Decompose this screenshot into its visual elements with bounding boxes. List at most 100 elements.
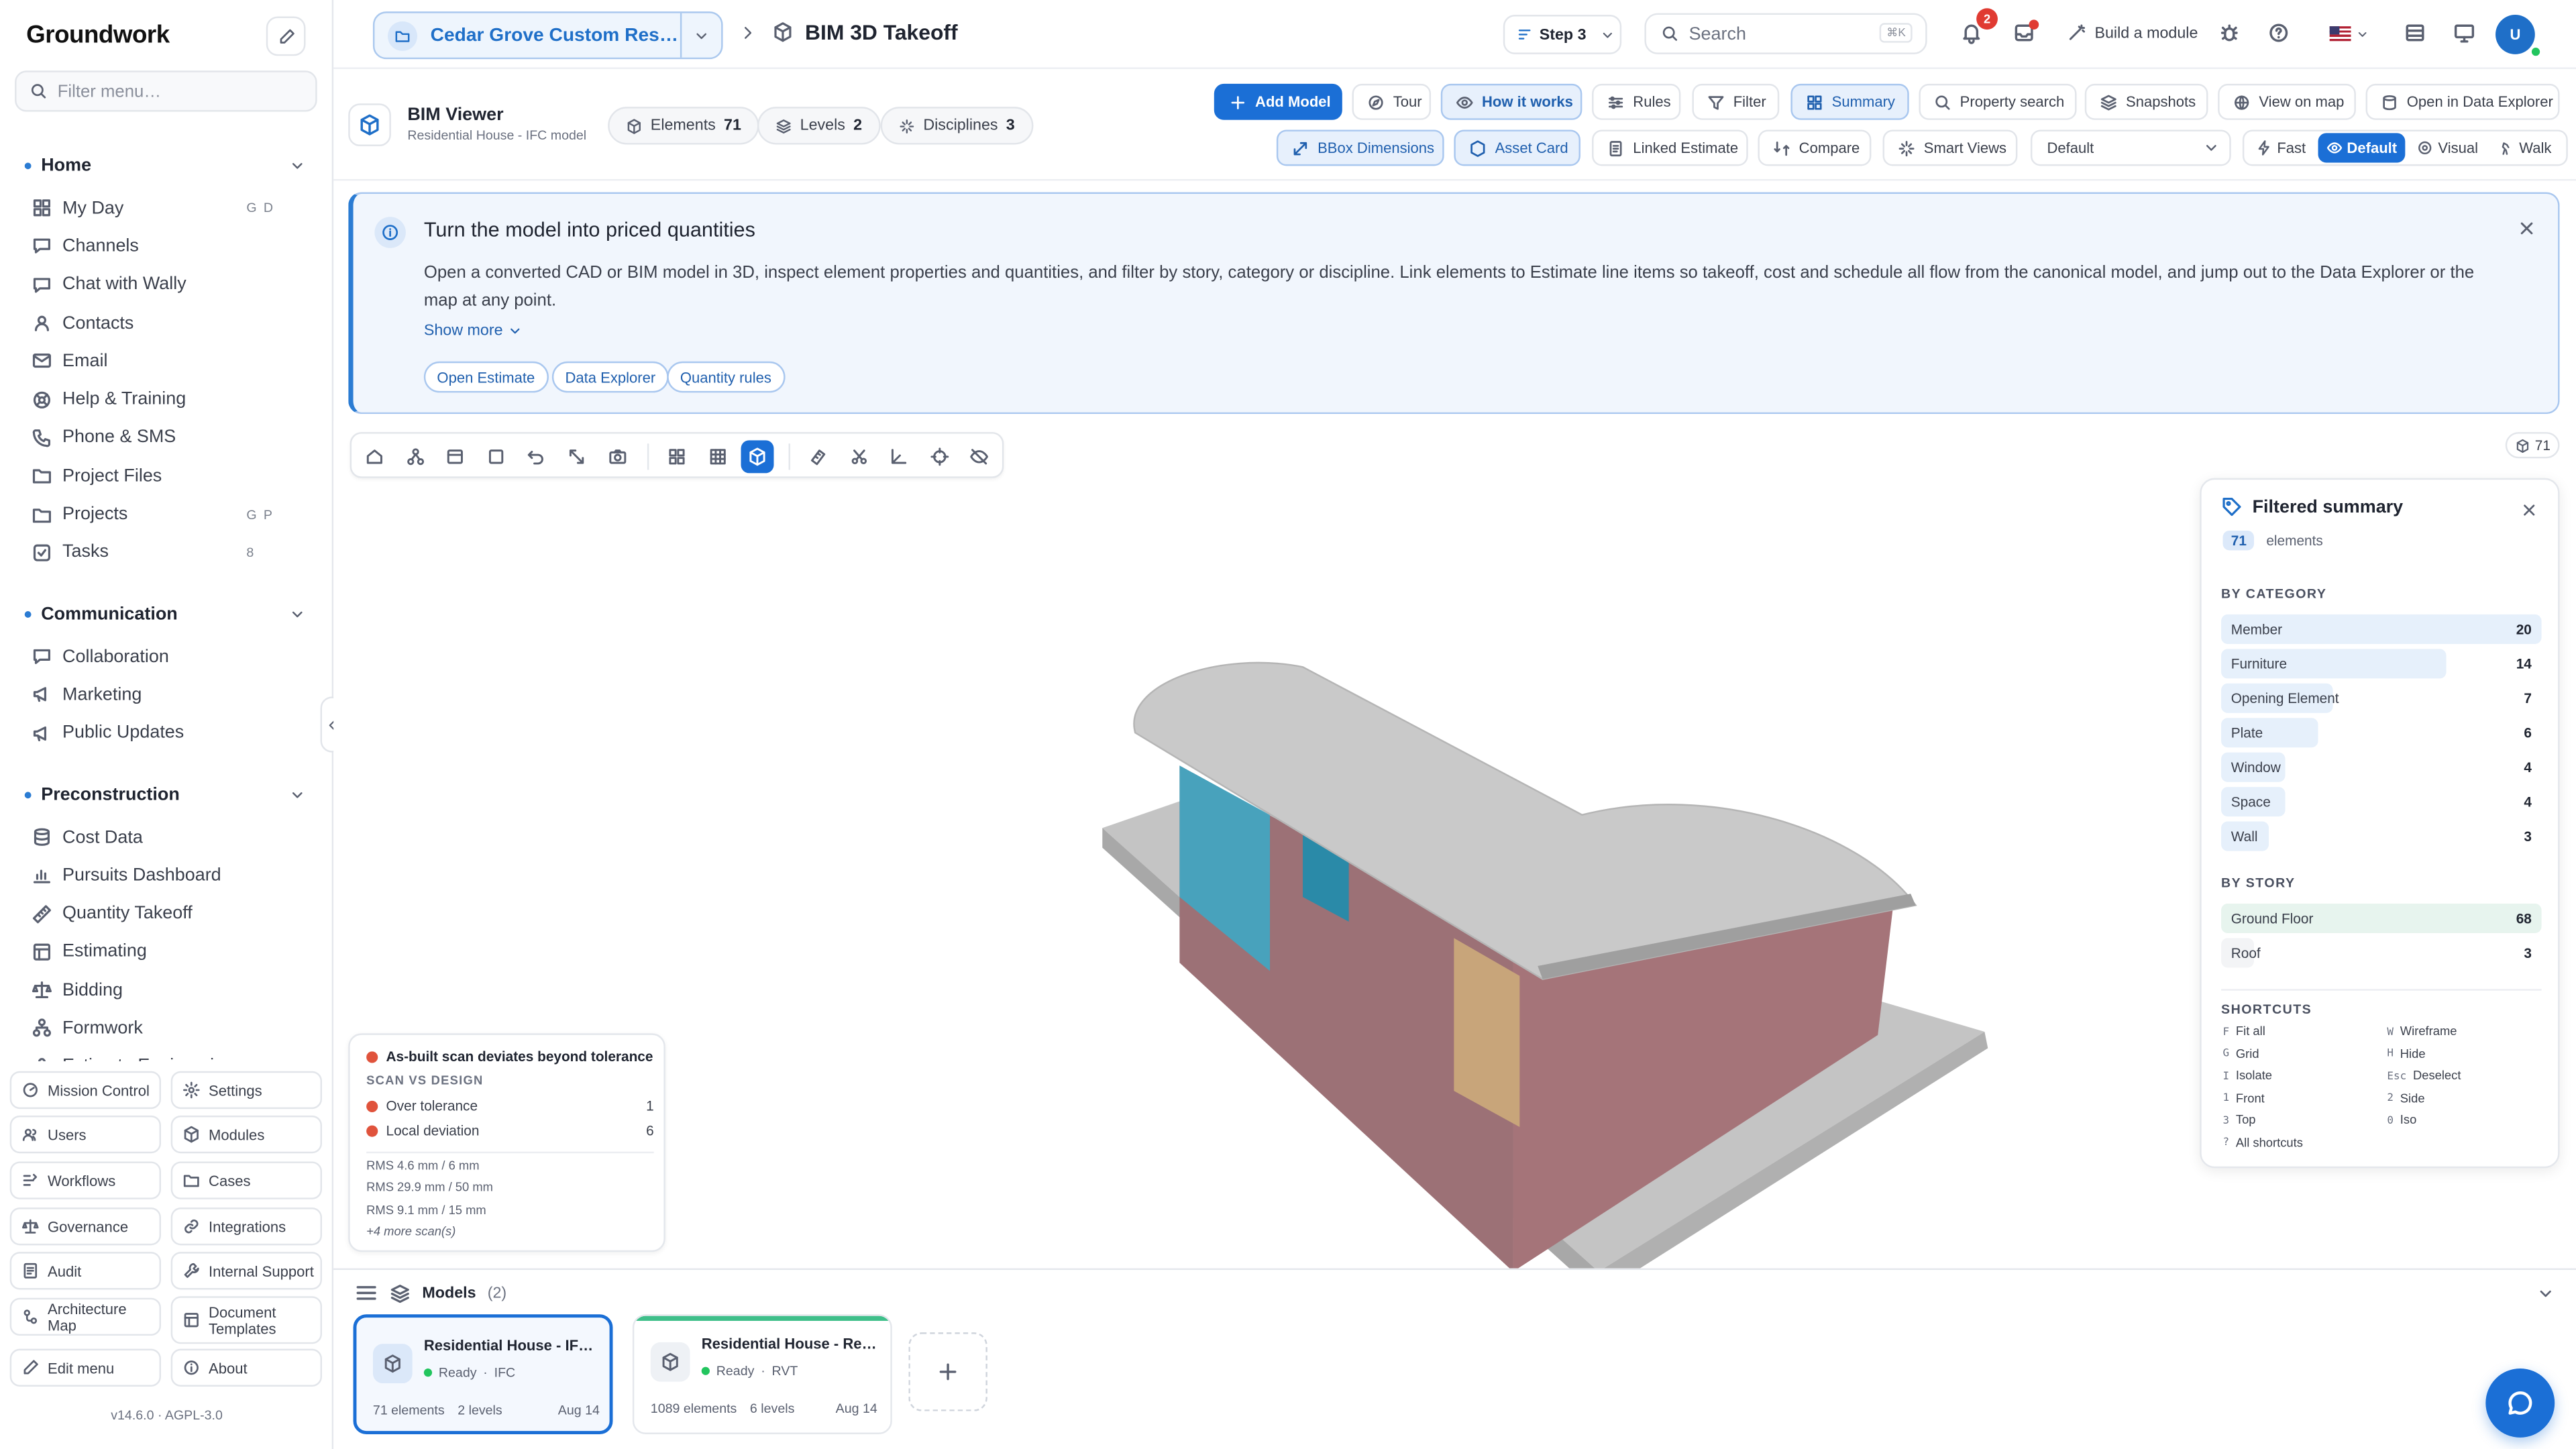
sidebar-item-estimating[interactable]: Estimating xyxy=(0,932,332,971)
tool-undo-button[interactable] xyxy=(520,440,553,473)
sidebar-item-bidding[interactable]: Bidding xyxy=(0,971,332,1009)
chip-levels[interactable]: Levels 2 xyxy=(757,107,881,145)
summary-button[interactable]: Summary xyxy=(1790,83,1909,120)
sidebar-item-projects[interactable]: Projects G P xyxy=(0,495,332,533)
scan-deviation-card[interactable]: As-built scan deviates beyond tolerance … xyxy=(348,1033,665,1252)
tool-scissors-button[interactable] xyxy=(842,440,875,473)
monitor-icon[interactable] xyxy=(2453,21,2475,44)
close-icon[interactable] xyxy=(2520,501,2538,519)
bim-model-render[interactable] xyxy=(1089,651,2009,1275)
category-row[interactable]: Member 20 xyxy=(2221,614,2542,645)
workflows-button[interactable]: Workflows xyxy=(9,1161,162,1199)
internal-support-button[interactable]: Internal Support xyxy=(170,1252,323,1290)
tool-measure-button[interactable] xyxy=(802,440,835,473)
sidebar-item-tasks[interactable]: Tasks 8 xyxy=(0,533,332,572)
bug-icon[interactable] xyxy=(2218,21,2241,44)
model-card[interactable]: Residential House - IFC model Ready · IFC 71… xyxy=(353,1314,613,1434)
menu-icon[interactable] xyxy=(355,1281,378,1304)
sidebar-item-my-day[interactable]: My Day G D xyxy=(0,189,332,227)
avatar[interactable]: U xyxy=(2496,15,2535,54)
close-icon[interactable] xyxy=(2517,219,2536,238)
asset-card-button[interactable]: Asset Card xyxy=(1454,129,1580,166)
view-preset-select[interactable]: Default xyxy=(2030,129,2231,166)
project-dropdown-button[interactable] xyxy=(680,13,721,58)
sidebar-item-email[interactable]: Email xyxy=(0,342,332,380)
mode-fast[interactable]: Fast xyxy=(2247,133,2314,162)
sidebar-item-marketing[interactable]: Marketing xyxy=(0,676,332,714)
list-view-icon[interactable] xyxy=(2404,21,2426,44)
sidebar-item-contacts[interactable]: Contacts xyxy=(0,304,332,342)
document-templates-button[interactable]: Document Templates xyxy=(170,1296,323,1344)
about-button[interactable]: About xyxy=(170,1348,323,1387)
linked-estimate-button[interactable]: Linked Estimate xyxy=(1592,129,1748,166)
tool-target-button[interactable] xyxy=(923,440,956,473)
tool-structure-button[interactable] xyxy=(398,440,431,473)
build-module-button[interactable]: Build a module xyxy=(2067,23,2198,42)
sidebar-item-chat-with-wally[interactable]: Chat with Wally xyxy=(0,266,332,304)
tool-fullscreen-button[interactable] xyxy=(560,440,593,473)
sidebar-item-collaboration[interactable]: Collaboration xyxy=(0,637,332,676)
snapshots-button[interactable]: Snapshots xyxy=(2084,83,2208,120)
sidebar-item-quantity-takeoff[interactable]: Quantity Takeoff xyxy=(0,894,332,932)
open-in-data-explorer-button[interactable]: Open in Data Explorer xyxy=(2365,83,2560,120)
add-model-button[interactable]: Add Model xyxy=(1214,83,1342,120)
tool-grid4-button[interactable] xyxy=(661,440,694,473)
help-icon[interactable] xyxy=(2267,21,2290,44)
section-communication[interactable]: Communication xyxy=(0,596,332,633)
data-explorer-link[interactable]: Data Explorer xyxy=(551,361,669,393)
tool-box-button[interactable] xyxy=(439,440,472,473)
filter-button[interactable]: Filter xyxy=(1692,83,1780,120)
show-more-link[interactable]: Show more xyxy=(424,322,523,340)
architecture-map-button[interactable]: Architecture Map xyxy=(9,1297,162,1336)
sidebar-item-cost-data[interactable]: Cost Data xyxy=(0,818,332,856)
audit-button[interactable]: Audit xyxy=(9,1252,162,1290)
us-flag-icon[interactable] xyxy=(2329,26,2351,42)
chat-fab-button[interactable] xyxy=(2485,1368,2555,1438)
sidebar-item-public-updates[interactable]: Public Updates xyxy=(0,714,332,752)
chip-elements[interactable]: Elements 71 xyxy=(608,107,759,145)
more-scans-link[interactable]: +4 more scan(s) xyxy=(366,1224,455,1239)
compose-button[interactable] xyxy=(266,16,306,56)
add-model-card[interactable] xyxy=(908,1332,987,1411)
modules-button[interactable]: Modules xyxy=(170,1115,323,1154)
project-selector[interactable]: Cedar Grove Custom Residence xyxy=(372,11,723,60)
section-preconstruction[interactable]: Preconstruction xyxy=(0,777,332,813)
chevron-down-icon[interactable] xyxy=(2536,1285,2555,1303)
tool-home-button[interactable] xyxy=(358,440,391,473)
smart-views-button[interactable]: Smart Views xyxy=(1882,129,2018,166)
tool-square-button[interactable] xyxy=(480,440,513,473)
tool-axis-button[interactable] xyxy=(883,440,916,473)
mode-visual[interactable]: Visual xyxy=(2408,133,2486,162)
filter-menu-input[interactable]: Filter menu… xyxy=(15,70,317,112)
category-row[interactable]: Wall 3 xyxy=(2221,821,2542,851)
section-home[interactable]: Home xyxy=(0,148,332,184)
tool-eye-off-button[interactable] xyxy=(963,440,996,473)
sidebar-item-channels[interactable]: Channels xyxy=(0,227,332,266)
chevron-down-icon[interactable] xyxy=(2356,28,2369,42)
settings-button[interactable]: Settings xyxy=(170,1071,323,1110)
integrations-button[interactable]: Integrations xyxy=(170,1208,323,1246)
edit-menu-button[interactable]: Edit menu xyxy=(9,1348,162,1387)
tool-camera-button[interactable] xyxy=(600,440,633,473)
users-button[interactable]: Users xyxy=(9,1115,162,1154)
tour-button[interactable]: Tour xyxy=(1352,83,1432,120)
sidebar-item-project-files[interactable]: Project Files xyxy=(0,457,332,495)
tool-cube-button[interactable] xyxy=(741,440,775,474)
story-row[interactable]: Ground Floor 68 xyxy=(2221,903,2542,934)
sidebar-item-phone-sms[interactable]: Phone & SMS xyxy=(0,419,332,457)
step-selector[interactable]: Step 3 xyxy=(1503,15,1622,54)
quantity-rules-link[interactable]: Quantity rules xyxy=(667,361,785,393)
category-row[interactable]: Furniture 14 xyxy=(2221,649,2542,679)
cases-button[interactable]: Cases xyxy=(170,1161,323,1199)
chip-disciplines[interactable]: Disciplines 3 xyxy=(880,107,1033,145)
how-it-works-button[interactable]: How it works xyxy=(1440,83,1582,120)
category-row[interactable]: Plate 6 xyxy=(2221,718,2542,748)
bbox-dimensions-button[interactable]: BBox Dimensions xyxy=(1276,129,1444,166)
global-search[interactable]: Search ⌘K xyxy=(1644,13,1927,54)
rules-button[interactable]: Rules xyxy=(1592,83,1681,120)
model-card[interactable]: Residential House - Revit model Ready · RVT… xyxy=(632,1314,892,1434)
tool-table3-button[interactable] xyxy=(701,440,734,473)
category-row[interactable]: Window 4 xyxy=(2221,752,2542,782)
story-row[interactable]: Roof 3 xyxy=(2221,938,2542,968)
sidebar-item-estimate-engineering[interactable]: Estimate Engineering xyxy=(0,1048,332,1062)
